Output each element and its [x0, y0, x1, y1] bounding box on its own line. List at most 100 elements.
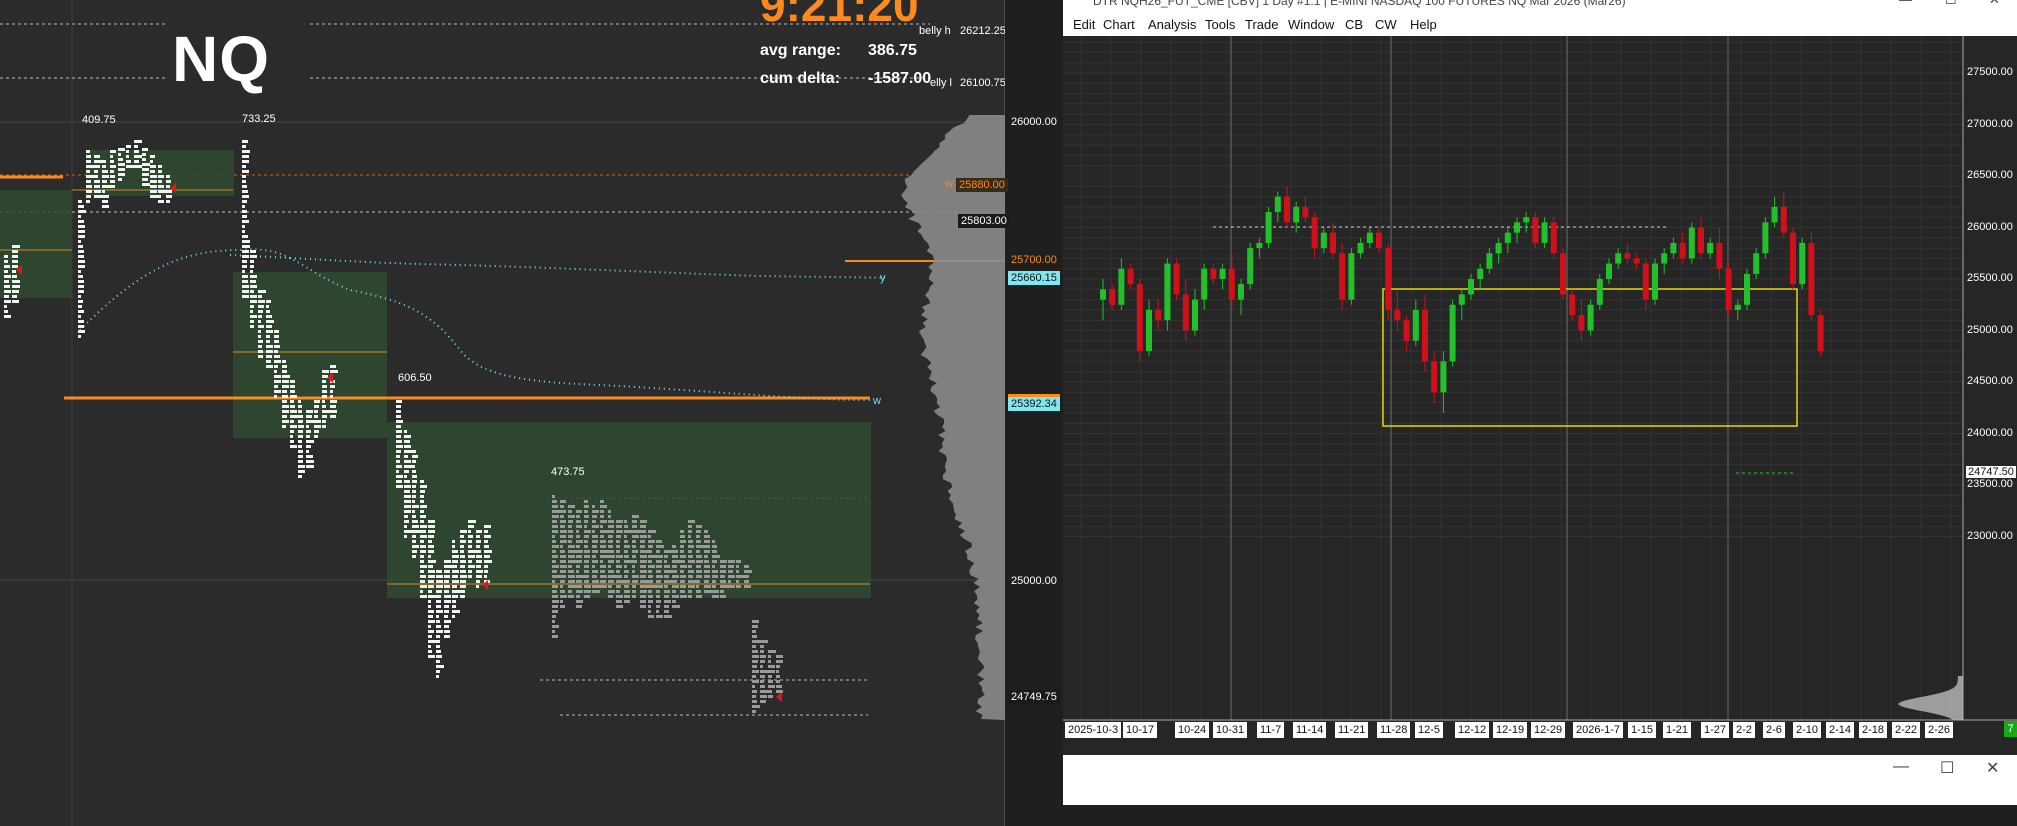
menu-cw[interactable]: CW	[1375, 17, 1397, 32]
footprint-bar-grey-18	[696, 595, 702, 598]
footprint-bar-14	[242, 220, 249, 223]
footprint-bar-grey-14	[664, 585, 668, 588]
maximize-icon[interactable]: ☐	[1945, 0, 1957, 8]
daily-candlestick-chart[interactable]: 28000.00 27500.00 27000.00 26500.00 26000.00…	[1063, 36, 2017, 755]
footprint-bar-33	[452, 575, 458, 578]
footprint-bar-37	[484, 565, 488, 568]
footprint-bar-12	[158, 190, 166, 193]
footprint-bar-grey-22	[728, 585, 735, 588]
footprint-bar-grey-11	[640, 530, 646, 533]
footprint-bar-grey-10	[632, 550, 638, 553]
secondary-window[interactable]: — ☐ ✕	[1063, 755, 2017, 805]
close-icon[interactable]: ✕	[1989, 0, 2000, 8]
footprint-bar-grey-5	[592, 520, 596, 523]
footprint-bar-17	[266, 315, 272, 318]
footprint-bar-2	[78, 215, 81, 218]
footprint-bar-grey-25	[752, 630, 756, 633]
menu-trade[interactable]: Trade	[1245, 17, 1278, 32]
footprint-bar-grey-3	[576, 570, 579, 573]
daily-chart-canvas[interactable]	[1063, 36, 2017, 755]
footprint-bar-grey-17	[688, 585, 695, 588]
footprint-bar-4	[94, 180, 100, 183]
y-axis-label-5: 25500.00	[1967, 272, 2013, 284]
footprint-bar-15	[250, 280, 256, 283]
footprint-bar-grey-5	[592, 515, 597, 518]
footprint-bar-grey-23	[736, 575, 744, 578]
footprint-bar-grey-6	[600, 510, 604, 513]
footprint-bar-grey-1	[560, 580, 565, 583]
footprint-bar-34	[460, 565, 465, 568]
footprint-bar-grey-0	[552, 505, 558, 508]
footprint-bar-16	[258, 345, 262, 348]
footprint-bar-grey-25	[752, 655, 759, 658]
footprint-bar-17	[266, 350, 273, 353]
footprint-bar-11	[150, 170, 155, 173]
footprint-bar-30	[428, 655, 435, 658]
date-label-21: 2-22	[1892, 722, 1920, 738]
footprint-bar-grey-17	[688, 535, 691, 538]
footprint-bar-grey-3	[576, 555, 582, 558]
bottom-close-icon[interactable]: ✕	[1986, 758, 1999, 778]
footprint-bar-grey-20	[712, 555, 720, 558]
window-titlebar[interactable]: DTR NQH26_FUT_CME [CBV] 1 Day #1.1 | E-M…	[1063, 0, 2017, 12]
footprint-bar-grey-18	[696, 555, 702, 558]
minimize-icon[interactable]: —	[1899, 0, 1912, 7]
footprint-bar-grey-23	[736, 560, 741, 563]
candle-body-38	[1450, 305, 1456, 362]
footprint-bar-grey-0	[552, 510, 560, 513]
menu-edit[interactable]: Edit	[1073, 17, 1095, 32]
footprint-bar-grey-13	[656, 575, 663, 578]
footprint-bar-2	[78, 265, 85, 268]
candle-body-29	[1367, 233, 1373, 243]
footprint-bar-grey-7	[608, 555, 615, 558]
candle-body-39	[1459, 294, 1465, 304]
menu-cb[interactable]: CB	[1345, 17, 1363, 32]
footprint-bar-grey-0	[552, 635, 558, 638]
y-marker: y	[880, 272, 886, 284]
bottom-minimize-icon[interactable]: —	[1893, 758, 1909, 776]
footprint-bar-2	[78, 300, 83, 303]
footprint-bar-34	[460, 585, 466, 588]
footprint-bar-4	[94, 155, 100, 158]
footprint-bar-grey-6	[600, 505, 607, 508]
footprint-bar-10	[142, 158, 146, 161]
candle-body-66	[1707, 243, 1713, 253]
footprint-bar-grey-18	[696, 560, 703, 563]
footprint-bar-22	[306, 440, 314, 443]
footprint-bar-24	[322, 415, 327, 418]
footprint-bar-grey-7	[608, 570, 614, 573]
footprint-bar-26	[396, 465, 402, 468]
menu-analysis[interactable]: Analysis	[1148, 17, 1196, 32]
footprint-bar-4	[94, 195, 102, 198]
menu-help[interactable]: Help	[1410, 17, 1437, 32]
left-chart-canvas[interactable]	[0, 0, 1005, 826]
footprint-bar-grey-1	[560, 560, 566, 563]
left-chart-panel[interactable]: 9:21:20 NQ avg range: 386.75 cum delta: …	[0, 0, 1005, 826]
footprint-bar-grey-0	[552, 535, 555, 538]
daily-chart-window[interactable]: DTR NQH26_FUT_CME [CBV] 1 Day #1.1 | E-M…	[1063, 0, 2017, 755]
footprint-bar-36	[476, 565, 481, 568]
footprint-bar-27	[404, 465, 412, 468]
menu-tools[interactable]: Tools	[1205, 17, 1235, 32]
footprint-bar-32	[444, 565, 452, 568]
footprint-bar-1	[12, 280, 20, 283]
footprint-bar-22	[306, 435, 310, 438]
footprint-bar-grey-18	[696, 580, 700, 583]
bottom-maximize-icon[interactable]: ☐	[1940, 758, 1954, 778]
footprint-bar-grey-8	[616, 545, 620, 548]
candle-body-2	[1118, 269, 1124, 305]
y-axis-label-2: 27000.00	[1967, 118, 2013, 130]
footprint-bar-grey-9	[624, 560, 632, 563]
candle-body-68	[1726, 269, 1732, 310]
footprint-bar-11	[150, 165, 156, 168]
footprint-bar-grey-3	[576, 600, 583, 603]
y-axis-label-3: 26500.00	[1967, 169, 2013, 181]
menu-chart[interactable]: Chart	[1103, 17, 1135, 32]
footprint-bar-37	[484, 525, 491, 528]
candle-body-24	[1321, 233, 1327, 248]
footprint-bar-28	[412, 465, 415, 468]
footprint-bar-6	[110, 165, 116, 168]
footprint-bar-grey-16	[680, 580, 685, 583]
footprint-bar-6	[110, 175, 115, 178]
menu-window[interactable]: Window	[1288, 17, 1334, 32]
